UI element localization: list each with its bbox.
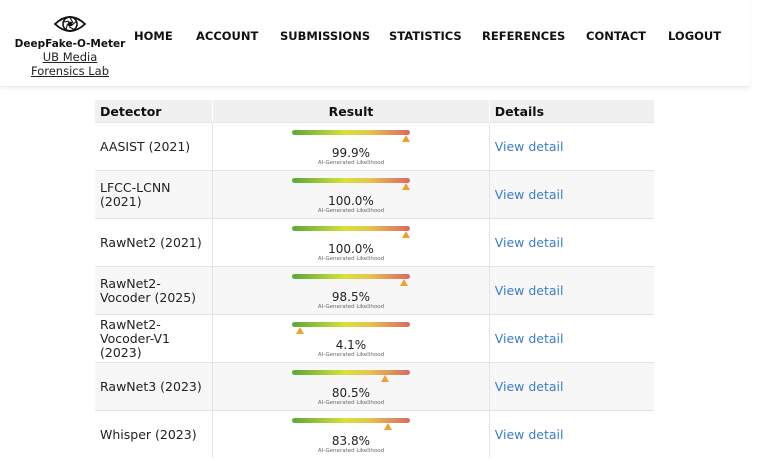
detector-results-table: Detector Result Details AASIST (2021) 99… — [95, 100, 654, 458]
likelihood-caption: AI-Generated Likelihood — [317, 207, 385, 214]
table-row: AASIST (2021) 99.9% AI-Generated Likelih… — [95, 122, 654, 171]
likelihood-marker-icon — [401, 182, 410, 190]
view-detail-link[interactable]: View detail — [495, 331, 564, 346]
detector-name: Whisper (2023) — [100, 426, 197, 442]
likelihood-gradient-bar — [291, 129, 410, 135]
likelihood-gradient-bar — [291, 225, 410, 231]
view-detail-link[interactable]: View detail — [495, 427, 564, 442]
brand-name[interactable]: DeepFake-O-Meter — [14, 38, 126, 50]
likelihood-value: 83.8% — [331, 433, 371, 448]
header-detector: Detector — [95, 100, 214, 123]
likelihood-caption: AI-Generated Likelihood — [317, 399, 385, 406]
likelihood-value: 100.0% — [328, 241, 374, 256]
likelihood-marker-icon — [401, 134, 410, 142]
likelihood-meter: 100.0% AI-Generated Likelihood — [291, 224, 410, 262]
likelihood-caption: AI-Generated Likelihood — [317, 447, 385, 454]
view-detail-link[interactable]: View detail — [495, 379, 564, 394]
nav-references[interactable]: REFERENCES — [482, 29, 565, 43]
likelihood-caption: AI-Generated Likelihood — [317, 351, 385, 358]
likelihood-value: 100.0% — [328, 193, 374, 208]
brand: DeepFake-O-Meter UB Media Forensics Lab — [14, 12, 126, 78]
likelihood-marker-icon — [296, 326, 305, 334]
likelihood-marker-icon — [401, 230, 410, 238]
likelihood-value: 99.9% — [331, 145, 371, 160]
likelihood-value: 80.5% — [331, 385, 371, 400]
site-header: DeepFake-O-Meter UB Media Forensics Lab … — [0, 0, 750, 87]
detector-name: RawNet3 (2023) — [100, 378, 202, 394]
table-row: RawNet2 (2021) 100.0% AI-Generated Likel… — [95, 218, 654, 267]
likelihood-marker-icon — [380, 374, 389, 382]
nav-account[interactable]: ACCOUNT — [196, 29, 258, 43]
header-result: Result — [212, 100, 490, 123]
lab-link-line-1[interactable]: UB Media — [14, 50, 126, 64]
table-row: RawNet3 (2023) 80.5% AI-Generated Likeli… — [95, 362, 654, 411]
detector-name: RawNet2 (2021) — [100, 234, 202, 250]
lab-link-line-2[interactable]: Forensics Lab — [14, 64, 126, 78]
likelihood-marker-icon — [384, 422, 393, 430]
likelihood-meter: 99.9% AI-Generated Likelihood — [291, 128, 410, 166]
view-detail-link[interactable]: View detail — [495, 139, 564, 154]
likelihood-meter: 100.0% AI-Generated Likelihood — [291, 176, 410, 214]
detector-name: LFCC-LCNN (2021) — [100, 179, 171, 209]
likelihood-caption: AI-Generated Likelihood — [317, 159, 385, 166]
likelihood-caption: AI-Generated Likelihood — [317, 303, 385, 310]
likelihood-gradient-bar — [291, 177, 410, 183]
nav-statistics[interactable]: STATISTICS — [389, 29, 462, 43]
likelihood-meter: 4.1% AI-Generated Likelihood — [291, 320, 410, 358]
table-row: Whisper (2023) 83.8% AI-Generated Likeli… — [95, 410, 654, 458]
likelihood-value: 98.5% — [331, 289, 371, 304]
detector-name: RawNet2-Vocoder (2025) — [100, 275, 197, 305]
likelihood-caption: AI-Generated Likelihood — [317, 255, 385, 262]
likelihood-marker-icon — [400, 278, 409, 286]
nav-home[interactable]: HOME — [134, 29, 173, 43]
likelihood-meter: 83.8% AI-Generated Likelihood — [291, 416, 410, 454]
detector-name: AASIST (2021) — [100, 138, 191, 154]
likelihood-meter: 80.5% AI-Generated Likelihood — [291, 368, 410, 406]
view-detail-link[interactable]: View detail — [495, 187, 564, 202]
header-details: Details — [489, 100, 654, 123]
table-row: RawNet2-Vocoder (2025) 98.5% AI-Generate… — [95, 266, 654, 315]
likelihood-meter: 98.5% AI-Generated Likelihood — [291, 272, 410, 310]
nav-logout[interactable]: LOGOUT — [668, 29, 721, 43]
view-detail-link[interactable]: View detail — [495, 235, 564, 250]
table-row: RawNet2-Vocoder-V1 (2023) 4.1% AI-Genera… — [95, 314, 654, 363]
eye-shutter-icon[interactable] — [53, 12, 87, 36]
nav-submissions[interactable]: SUBMISSIONS — [280, 29, 370, 43]
table-header-row: Detector Result Details — [95, 100, 654, 123]
nav-contact[interactable]: CONTACT — [586, 29, 646, 43]
likelihood-gradient-bar — [291, 273, 410, 279]
likelihood-gradient-bar — [291, 369, 410, 375]
detector-name: RawNet2-Vocoder-V1 (2023) — [100, 316, 170, 360]
likelihood-value: 4.1% — [335, 337, 367, 352]
table-row: LFCC-LCNN (2021) 100.0% AI-Generated Lik… — [95, 170, 654, 219]
likelihood-gradient-bar — [291, 417, 410, 423]
view-detail-link[interactable]: View detail — [495, 283, 564, 298]
likelihood-gradient-bar — [291, 321, 410, 327]
